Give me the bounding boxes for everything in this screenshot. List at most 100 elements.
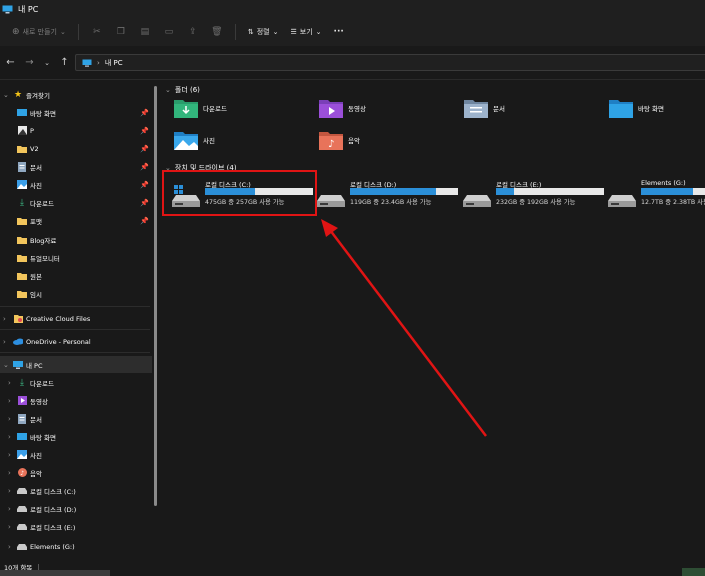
sidebar-item-folder[interactable]: 듀얼모니터 — [0, 249, 152, 266]
sidebar-item-onedrive[interactable]: › OneDrive - Personal — [0, 333, 152, 350]
pin-icon[interactable]: 📌 — [140, 163, 149, 171]
sidebar-item-pinned[interactable]: 포맷 📌 — [0, 212, 152, 229]
sidebar-item-pc-child[interactable]: › 로컬 디스크 (D:) — [0, 500, 152, 517]
sort-button[interactable]: ⇅ 정렬 ⌄ — [242, 22, 285, 42]
sidebar-item-pc-child[interactable]: › Elements (G:) — [0, 538, 152, 555]
pin-icon[interactable]: 📌 — [140, 145, 149, 153]
chevron-right-icon[interactable]: › — [8, 543, 11, 551]
this-pc-icon — [13, 360, 23, 369]
folder-tile[interactable]: 다운로드 — [174, 95, 227, 121]
pin-icon[interactable]: 📌 — [140, 181, 149, 189]
view-button[interactable]: ☰ 보기 ⌄ — [285, 22, 328, 42]
breadcrumb-separator: › — [97, 58, 100, 67]
forward-button[interactable]: → — [20, 53, 39, 73]
folder-tile[interactable]: 동영상 — [319, 95, 366, 121]
sidebar-item-pc-child[interactable]: › 동영상 — [0, 392, 152, 409]
drive-tile[interactable]: 로컬 디스크 (E:) 232GB 중 192GB 사용 가능 — [463, 179, 608, 215]
svg-text:♪: ♪ — [328, 139, 334, 150]
folder-tile[interactable]: ♪ 음악 — [319, 127, 360, 153]
sidebar-item-folder[interactable]: 원본 — [0, 267, 152, 284]
download-icon: ⤓ — [20, 197, 24, 208]
drive-tile[interactable]: 로컬 디스크 (D:) 119GB 중 23.4GB 사용 가능 — [317, 179, 462, 215]
folder-tile[interactable]: 바탕 화면 — [609, 95, 664, 121]
drive-usage-fill — [496, 188, 515, 195]
share-icon[interactable]: ⇪ — [181, 22, 205, 42]
navigation-pane: ⌄ ★ 즐겨찾기 바탕 화면 📌 P 📌 V2 📌 문서 📌 사진 📌 ⤓ 다운… — [0, 84, 152, 558]
folder-tile[interactable]: 문서 — [464, 95, 505, 121]
sidebar-item-creative-cloud[interactable]: › Creative Cloud Files — [0, 310, 152, 327]
chevron-down-icon: ⌄ — [59, 28, 66, 36]
chevron-right-icon[interactable]: › — [8, 415, 11, 423]
sidebar-item-pc-child[interactable]: › ⤓ 다운로드 — [0, 374, 152, 391]
arrow-right-icon: → — [25, 57, 34, 68]
toolbar-divider — [234, 24, 236, 40]
pin-icon[interactable]: 📌 — [140, 127, 149, 135]
folder-icon — [17, 253, 27, 262]
folder-icon — [17, 271, 27, 280]
videos-folder-icon — [319, 98, 343, 118]
new-button[interactable]: ⊕ 새로 만들기 ⌄ — [6, 22, 72, 42]
delete-icon[interactable]: 🗑 — [205, 22, 229, 42]
sidebar-scrollbar[interactable] — [154, 86, 157, 506]
chevron-right-icon[interactable]: › — [3, 338, 6, 346]
chevron-right-icon[interactable]: › — [8, 433, 11, 441]
sidebar-item-pc-child[interactable]: › 문서 — [0, 410, 152, 427]
folders-section-header[interactable]: ⌄ 폴더 (6) — [165, 85, 200, 95]
creative-cloud-icon — [13, 314, 23, 323]
back-button[interactable]: ← — [1, 53, 20, 73]
pin-icon[interactable]: 📌 — [140, 217, 149, 225]
sidebar-item-pinned[interactable]: P 📌 — [0, 122, 152, 139]
cloud-icon — [13, 337, 23, 346]
pictures-folder-icon — [174, 130, 198, 150]
address-bar[interactable]: › 내 PC — [75, 54, 705, 71]
copy-icon[interactable]: ❐ — [109, 22, 133, 42]
horizontal-scrollbar[interactable] — [0, 570, 110, 576]
tray-strip — [682, 568, 705, 576]
drive-tile[interactable]: Elements (G:) 12.7TB 중 2.38TB 사용 가능 — [608, 179, 705, 215]
sidebar-item-pinned[interactable]: 사진 📌 — [0, 176, 152, 193]
pin-icon[interactable]: 📌 — [140, 199, 149, 207]
drive-icon — [608, 185, 636, 207]
sidebar-item-pinned[interactable]: V2 📌 — [0, 140, 152, 157]
sidebar-item-pinned[interactable]: 문서 📌 — [0, 158, 152, 175]
chevron-right-icon[interactable]: › — [8, 379, 11, 387]
command-bar: ⊕ 새로 만들기 ⌄ ✂ ❐ ▤ ▭ ⇪ 🗑 ⇅ 정렬 ⌄ ☰ 보기 ⌄ ··· — [0, 18, 705, 46]
pin-icon[interactable]: 📌 — [140, 109, 149, 117]
download-folder-icon — [174, 98, 198, 118]
desktop-icon — [17, 108, 27, 117]
more-options-button[interactable]: ··· — [328, 22, 350, 42]
sidebar-item-pc-child[interactable]: › 로컬 디스크 (C:) — [0, 482, 152, 499]
sidebar-item-this-pc[interactable]: ⌄ 내 PC — [0, 356, 152, 373]
up-button[interactable]: ↑ — [55, 53, 74, 73]
chevron-right-icon[interactable]: › — [8, 451, 11, 459]
recent-locations-button[interactable]: ⌄ — [39, 53, 55, 73]
chevron-right-icon[interactable]: › — [8, 487, 11, 495]
sidebar-item-pinned[interactable]: 바탕 화면 📌 — [0, 104, 152, 121]
sidebar-item-pinned[interactable]: ⤓ 다운로드 📌 — [0, 194, 152, 211]
cut-icon[interactable]: ✂ — [85, 22, 109, 42]
chevron-right-icon[interactable]: › — [8, 469, 11, 477]
sidebar-item-folder[interactable]: Blog자료 — [0, 231, 152, 248]
chevron-right-icon[interactable]: › — [8, 523, 11, 531]
sidebar-item-pc-child[interactable]: › 로컬 디스크 (E:) — [0, 518, 152, 535]
rename-icon[interactable]: ▭ — [157, 22, 181, 42]
sidebar-item-folder[interactable]: 임시 — [0, 285, 152, 302]
chevron-right-icon[interactable]: › — [8, 397, 11, 405]
plus-circle-icon: ⊕ — [12, 27, 20, 37]
drive-icon — [17, 542, 27, 551]
drive-usage-bar — [496, 188, 604, 195]
arrow-up-icon: ↑ — [60, 57, 69, 68]
breadcrumb-this-pc[interactable]: 내 PC — [105, 58, 123, 68]
paste-icon[interactable]: ▤ — [133, 22, 157, 42]
sidebar-item-pc-child[interactable]: › ♪ 음악 — [0, 464, 152, 481]
chevron-down-icon[interactable]: ⌄ — [3, 361, 9, 369]
sidebar-item-pc-child[interactable]: › 사진 — [0, 446, 152, 463]
sidebar-item-pc-child[interactable]: › 바탕 화면 — [0, 428, 152, 445]
chevron-right-icon[interactable]: › — [8, 505, 11, 513]
chevron-down-icon[interactable]: ⌄ — [3, 91, 9, 99]
chevron-right-icon[interactable]: › — [3, 315, 6, 323]
sidebar-item-quick-access[interactable]: ⌄ ★ 즐겨찾기 — [0, 86, 152, 103]
this-pc-icon — [82, 59, 92, 67]
music-folder-icon: ♪ — [319, 130, 343, 150]
folder-tile[interactable]: 사진 — [174, 127, 215, 153]
